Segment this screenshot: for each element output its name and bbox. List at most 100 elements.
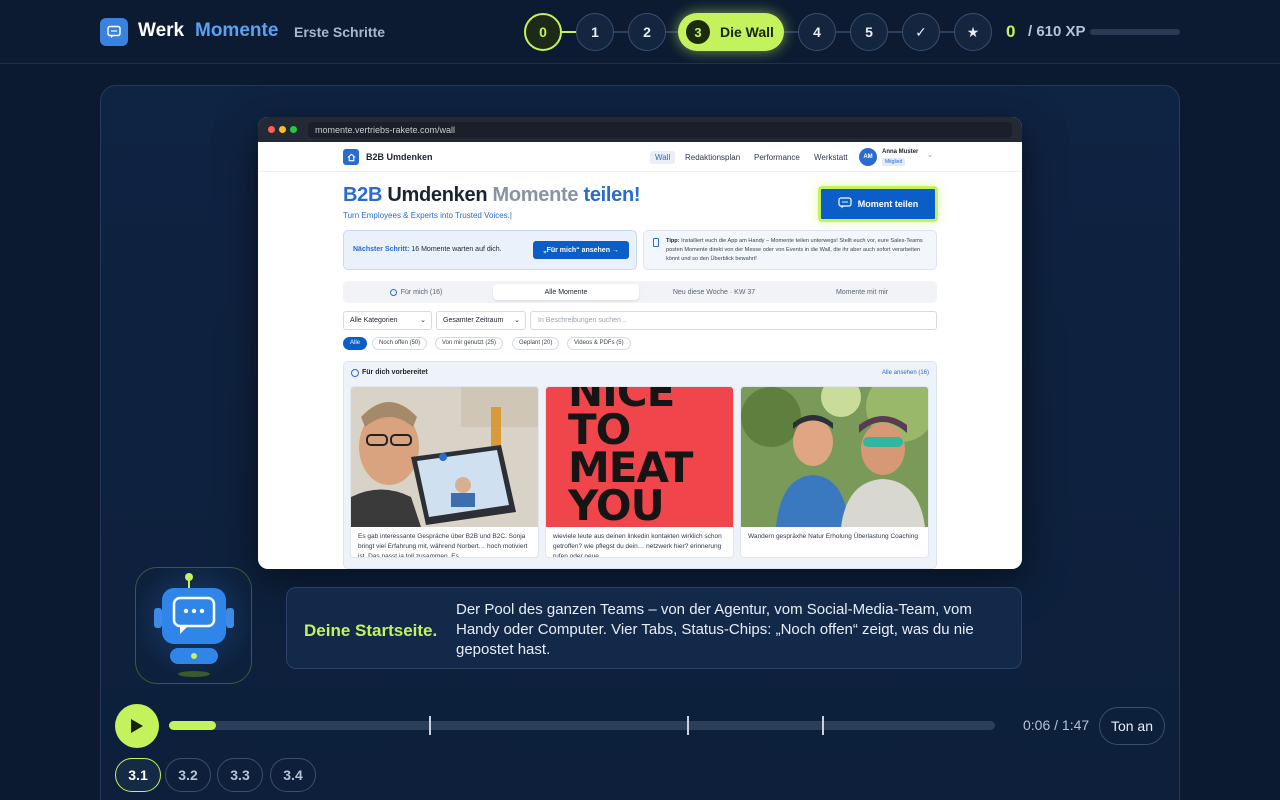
view-for-me-button[interactable]: „Für mich“ ansehen → (533, 241, 629, 259)
playback-time: 0:06 / 1:47 (1023, 717, 1090, 733)
period-select[interactable]: Gesamter Zeitraum ⌄ (436, 311, 526, 330)
tip-body: Installiert euch die App am Handy – Mome… (666, 238, 923, 262)
step-1-button[interactable]: 1 (576, 13, 614, 51)
assistant-avatar (135, 567, 252, 684)
sound-toggle-button[interactable]: Ton an (1099, 707, 1165, 745)
tab-fuer-mich-label: Für mich (16) (400, 288, 443, 296)
home-icon (343, 149, 359, 165)
chapter-marker[interactable] (822, 716, 825, 735)
user-role-badge: Mitglied (882, 158, 906, 166)
site-name: B2B Umdenken (366, 152, 433, 162)
sub-step-3-4[interactable]: 3.4 (270, 758, 316, 792)
nav-werkstatt[interactable]: Werkstatt (809, 151, 853, 164)
moment-caption: Es gab interessante Gespräche über B2B u… (358, 533, 528, 558)
target-icon (351, 369, 359, 377)
poster-text: NICE TO MEAT YOU (568, 387, 693, 527)
title-part2: Umdenken (387, 184, 488, 206)
tip-text: Tipp: Installiert euch die App am Handy … (666, 237, 930, 264)
audio-progress-fill (169, 721, 217, 730)
tab-momente-mit-mir[interactable]: Momente mit mir (789, 284, 935, 300)
moment-caption: Wandern gespräxhe Natur Erholung Überlas… (748, 533, 918, 540)
speech-text: Der Pool des ganzen Teams – von der Agen… (456, 601, 974, 658)
moment-card[interactable]: NICE TO MEAT YOU wieviele leute aus dein… (545, 386, 734, 558)
next-step-banner: Nächster Schritt: 16 Momente warten auf … (343, 230, 637, 270)
prepared-title: Für dich vorbereitet (362, 369, 428, 376)
xp-value: 0 (1006, 22, 1016, 41)
title-part1: B2B (343, 184, 383, 206)
tab-fuer-mich[interactable]: Für mich (16) (343, 284, 489, 300)
audio-progress-track[interactable] (169, 716, 995, 735)
moment-card[interactable]: Es gab interessante Gespräche über B2B u… (350, 386, 539, 558)
tab-neu-diese-woche[interactable]: Neu diese Woche · KW 37 (641, 284, 787, 300)
tagline: Turn Employees & Experts into Trusted Vo… (343, 211, 512, 220)
chevron-down-icon[interactable]: ⌄ (927, 151, 933, 159)
xp-progress-bar (1090, 29, 1180, 35)
sub-step-3-3[interactable]: 3.3 (217, 758, 263, 792)
period-select-value: Gesamter Zeitraum (443, 317, 504, 324)
moment-photo (351, 387, 538, 527)
chevron-down-icon: ⌄ (420, 317, 426, 324)
minimize-dot-icon (279, 126, 286, 133)
moment-caption: wieviele leute aus deinen linkedin konta… (553, 533, 722, 558)
step-progress: 0 1 2 3 Die Wall 4 5 ✓ ★ (524, 13, 994, 51)
close-dot-icon (268, 126, 275, 133)
speech-title: Deine Startseite. (304, 621, 438, 640)
wall-tabs: Für mich (16) Alle Momente Neu diese Woc… (343, 281, 937, 303)
brand-name-part1: Werk (138, 20, 185, 41)
play-button[interactable] (115, 704, 159, 748)
chip-videos-pdfs[interactable]: Videos & PDFs (5) (567, 337, 631, 350)
step-star-button[interactable]: ★ (954, 13, 992, 51)
chip-noch-offen[interactable]: Noch offen (50) (372, 337, 428, 350)
page-title: B2B Umdenken Momente teilen! (343, 184, 641, 207)
chip-von-mir-genutzt[interactable]: Von mir genutzt (25) (435, 337, 504, 350)
share-moment-label: Moment teilen (857, 199, 919, 209)
step-check-button[interactable]: ✓ (902, 13, 940, 51)
maximize-dot-icon (290, 126, 297, 133)
play-icon (131, 719, 143, 733)
top-bar: Werk Momente Erste Schritte 0 1 2 3 Die … (0, 0, 1280, 64)
xp-total: / 610 XP (1028, 23, 1086, 40)
step-0-button[interactable]: 0 (524, 13, 562, 51)
browser-mockup: momente.vertriebs-rakete.com/wall B2B Um… (258, 117, 1022, 569)
prepared-section: Für dich vorbereitet Alle ansehen (16) E… (343, 361, 937, 569)
title-part4: teilen! (583, 184, 641, 206)
share-moment-button[interactable]: Moment teilen (818, 186, 938, 222)
moment-photo (741, 387, 928, 527)
tab-alle-momente[interactable]: Alle Momente (493, 284, 639, 300)
active-step-label: Die Wall (720, 24, 774, 40)
step-3-active-button[interactable]: 3 Die Wall (678, 13, 784, 51)
chapter-marker[interactable] (429, 716, 432, 735)
target-icon (389, 288, 397, 296)
description-search-input[interactable]: In Beschreibungen suchen .. (530, 311, 937, 330)
user-name: Anna Muster (882, 149, 919, 155)
step-5-button[interactable]: 5 (850, 13, 888, 51)
moment-card[interactable]: Wandern gespräxhe Natur Erholung Überlas… (740, 386, 929, 558)
moment-photo: NICE TO MEAT YOU (546, 387, 733, 527)
chapter-marker[interactable] (686, 716, 689, 735)
avatar[interactable]: AM (859, 148, 877, 166)
sub-step-3-2[interactable]: 3.2 (165, 758, 211, 792)
category-select-value: Alle Kategorien (350, 317, 398, 324)
nav-redaktionsplan[interactable]: Redaktionsplan (680, 151, 745, 164)
assistant-speech-bubble: Deine Startseite. Der Pool des ganzen Te… (286, 587, 1022, 669)
chip-alle[interactable]: Alle (343, 337, 368, 350)
tip-label: Tipp: (666, 238, 680, 244)
browser-titlebar: momente.vertriebs-rakete.com/wall (258, 117, 1022, 142)
step-4-button[interactable]: 4 (798, 13, 836, 51)
nav-performance[interactable]: Performance (749, 151, 805, 164)
nav-wall[interactable]: Wall (650, 151, 676, 164)
next-step-value: 16 Momente warten auf dich. (411, 246, 502, 253)
view-all-link[interactable]: Alle ansehen (16) (882, 370, 929, 376)
tip-banner: Tipp: Installiert euch die App am Handy … (643, 230, 937, 270)
title-part3: Momente (492, 184, 579, 206)
active-step-number: 3 (686, 20, 710, 44)
chat-logo-icon (100, 18, 128, 46)
category-select[interactable]: Alle Kategorien ⌄ (343, 311, 432, 330)
next-step-text: Nächster Schritt: 16 Momente warten auf … (353, 246, 502, 253)
url-field: momente.vertriebs-rakete.com/wall (308, 122, 1012, 138)
sub-step-3-1[interactable]: 3.1 (115, 758, 161, 792)
step-2-button[interactable]: 2 (628, 13, 666, 51)
chip-geplant[interactable]: Geplant (20) (512, 337, 560, 350)
brand-name-part2: Momente (195, 20, 279, 41)
next-step-label: Nächster Schritt: (353, 246, 410, 253)
